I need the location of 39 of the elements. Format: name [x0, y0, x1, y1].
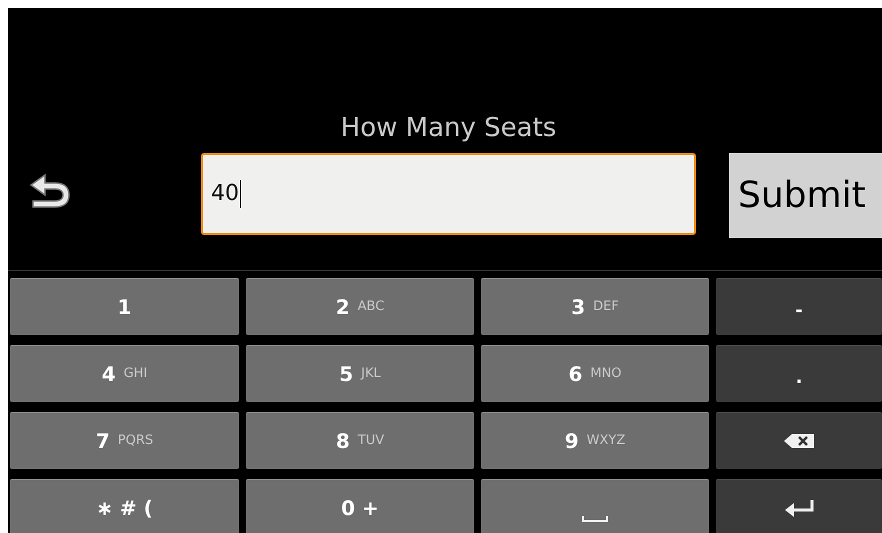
space-icon: [582, 515, 608, 523]
key-label: 8: [336, 428, 350, 455]
keypad-key[interactable]: 5 JKL: [246, 345, 474, 402]
key-label: 9: [564, 428, 579, 455]
enter-icon: [784, 498, 814, 518]
key-label: 1: [118, 294, 132, 321]
key-label: ∗ # (: [96, 495, 153, 522]
key-letters: WXYZ: [586, 432, 626, 450]
submit-button[interactable]: Submit: [729, 153, 882, 238]
key-label: 4: [102, 361, 116, 388]
prompt-title: How Many Seats: [340, 112, 556, 145]
keypad-key[interactable]: 9 WXYZ: [481, 412, 709, 469]
keypad-key[interactable]: -: [716, 278, 882, 335]
key-label: 6: [568, 361, 582, 388]
keypad-key[interactable]: 6 MNO: [481, 345, 709, 402]
seats-input-field[interactable]: 40: [201, 153, 696, 235]
key-label: 3: [571, 294, 586, 321]
key-letters: ABC: [358, 298, 384, 316]
keypad-key[interactable]: .: [716, 345, 882, 402]
key-letters: JKL: [361, 365, 381, 384]
key-letters: TUV: [358, 432, 384, 450]
key-label: 7: [96, 428, 110, 455]
key-label: 0 +: [341, 495, 379, 522]
keypad-key[interactable]: ∗ # (: [10, 479, 239, 533]
key-label: 5: [339, 361, 354, 388]
backspace-icon: [783, 433, 815, 449]
key-letters: PQRS: [118, 432, 154, 450]
keypad-key[interactable]: 0 +: [246, 479, 474, 533]
keypad-key[interactable]: 7 PQRS: [10, 412, 239, 469]
key-label: 2: [336, 294, 350, 321]
key-letters: GHI: [124, 365, 148, 384]
keypad-key[interactable]: 4 GHI: [10, 345, 239, 402]
keypad-key[interactable]: 1: [10, 278, 239, 335]
keypad-key[interactable]: 2 ABC: [246, 278, 474, 335]
backspace-key[interactable]: [716, 412, 882, 469]
key-letters: MNO: [590, 365, 622, 384]
key-letters: DEF: [593, 298, 619, 316]
keypad-key[interactable]: 8 TUV: [246, 412, 474, 469]
keypad-key[interactable]: 3 DEF: [481, 278, 709, 335]
